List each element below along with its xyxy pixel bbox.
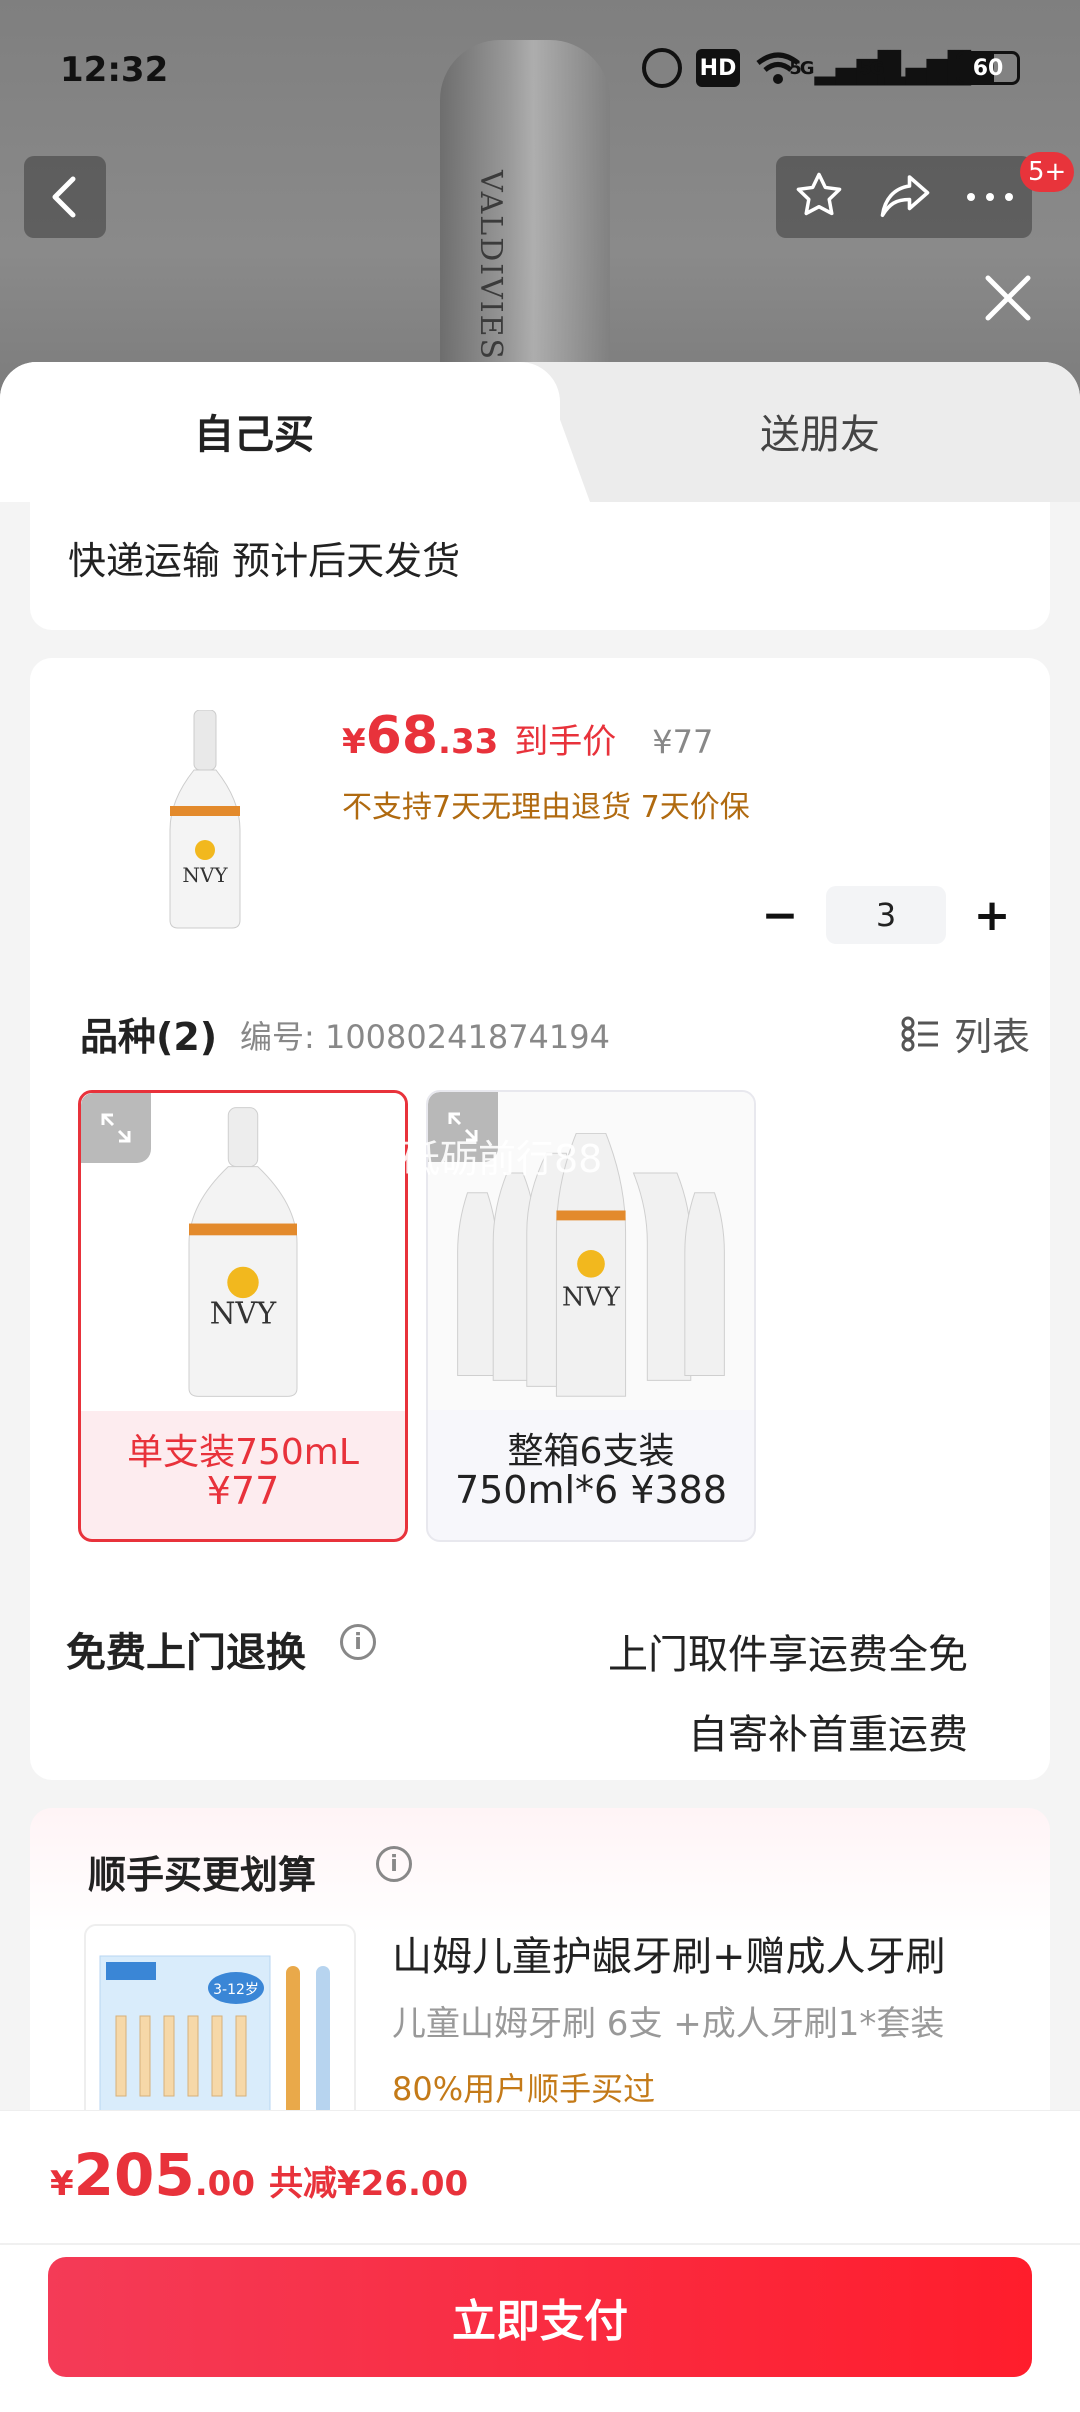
close-button[interactable]: [980, 270, 1036, 326]
age-badge-text: 3-12岁: [213, 1982, 259, 1998]
total-symbol: ¥: [50, 2164, 74, 2204]
total-price: ¥ 205 .00 共减¥26.00: [50, 2141, 468, 2209]
back-button[interactable]: [24, 156, 106, 238]
original-price: ¥77: [652, 723, 714, 761]
expand-image-button[interactable]: [81, 1093, 151, 1163]
chevron-left-icon: [52, 176, 76, 218]
price-symbol: ¥: [342, 722, 366, 762]
notification-badge: 5+: [1020, 152, 1075, 192]
shipping-info: 快递运输 预计后天发货: [68, 539, 461, 583]
expand-icon: [101, 1113, 131, 1143]
list-view-label: 列表: [953, 1015, 1030, 1059]
return-self-ship-note: 自寄补首重运费: [688, 1712, 968, 1758]
total-saving: 共减¥26.00: [268, 2164, 469, 2204]
star-icon: [796, 172, 841, 216]
quantity-input[interactable]: 3: [826, 886, 946, 944]
signal-label-2: 5G: [859, 57, 884, 79]
hd-icon: HD: [696, 49, 740, 87]
signal-label-1: 5G: [789, 57, 814, 79]
final-price-label: 到手价: [514, 722, 617, 762]
variant-header: 品种(2) 编号: 10080241874194 列表: [80, 1006, 1030, 1066]
product-code: 编号: 10080241874194: [240, 1018, 610, 1056]
upsell-product-name[interactable]: 山姆儿童护龈牙刷+赠成人牙刷: [392, 1924, 946, 1982]
variant-single-price: ¥77: [206, 1469, 280, 1513]
upsell-social-proof: 80%用户顺手买过: [392, 2070, 656, 2108]
variant-single-name: 单支装750mL: [127, 1432, 359, 1473]
increase-quantity-button[interactable]: +: [970, 890, 1014, 941]
screen: { "status_bar": { "time": "12:32", "hd":…: [0, 0, 1080, 2412]
tab-gift-label[interactable]: 送朋友: [760, 402, 880, 460]
share-button[interactable]: [878, 170, 932, 224]
tab-self-label[interactable]: 自己买: [194, 402, 314, 460]
list-icon: [901, 1016, 938, 1051]
decrease-quantity-button[interactable]: −: [758, 890, 802, 941]
product-thumbnail: NVY: [169, 710, 241, 929]
thumbnail-brand-text: NVY: [182, 863, 228, 887]
upsell-product-subtitle: 儿童山姆牙刷 6支 +成人牙刷1*套装: [392, 2004, 945, 2044]
battery-icon: 60: [956, 51, 1020, 85]
product-card: NVY ¥ 68 .33 到手价 ¥77 不支持7天无理由退货 7天价保 − 3…: [30, 658, 1050, 1780]
variant-single-brand: NVY: [210, 1297, 277, 1331]
variant-case-price: 750ml*6 ¥388: [454, 1468, 728, 1512]
info-icon[interactable]: i: [340, 1624, 376, 1660]
variant-single-bottle[interactable]: NVY 单支装750mL ¥77: [78, 1090, 408, 1542]
top-actions: [776, 156, 1032, 238]
share-icon: [880, 175, 930, 218]
more-dots-icon: [967, 192, 1014, 201]
variant-case-name: 整箱6支装: [507, 1431, 675, 1472]
return-pickup-note: 上门取件享运费全免: [608, 1632, 968, 1678]
status-icons: HD 5G ▂▄▆█ 5G ▂▄▆█ 60: [642, 48, 1020, 88]
list-view-toggle[interactable]: 列表: [900, 1006, 1030, 1061]
shipping-card: 快递运输 预计后天发货: [30, 502, 1050, 630]
upsell-product-image[interactable]: 3-12岁: [84, 1924, 356, 2124]
status-bar: 12:32 HD 5G ▂▄▆█ 5G ▂▄▆█ 60: [0, 0, 1080, 140]
more-button[interactable]: [965, 188, 1015, 207]
toothbrush-image: 3-12岁: [99, 1955, 330, 2117]
alarm-icon: [642, 48, 682, 88]
price-row: ¥ 68 .33 到手价 ¥77: [342, 706, 713, 766]
quantity-stepper: − 3 +: [758, 886, 1014, 944]
price-integer: 68: [365, 706, 439, 766]
purchase-tabs: 自己买 送朋友: [0, 362, 1080, 502]
status-time: 12:32: [60, 50, 169, 90]
return-policy-note: 不支持7天无理由退货 7天价保: [342, 790, 750, 825]
divider: [0, 2243, 1080, 2245]
variant-title: 品种(2): [80, 1015, 218, 1059]
purchase-sheet: 自己买 送朋友 快递运输 预计后天发货 NVY ¥ 68 .33 到手价 ¥77…: [0, 362, 1080, 2412]
upsell-info-icon[interactable]: i: [376, 1846, 412, 1882]
pay-now-button[interactable]: 立即支付: [48, 2257, 1032, 2377]
upsell-title: 顺手买更划算: [88, 1853, 317, 1897]
free-return-title: 免费上门退换: [66, 1630, 306, 1676]
total-decimal: .00: [194, 2164, 255, 2204]
checkout-bar: ¥ 205 .00 共减¥26.00 立即支付: [0, 2110, 1080, 2412]
signal-icon-2: 5G ▂▄▆█: [859, 50, 971, 86]
variant-case-brand: NVY: [562, 1282, 621, 1312]
price-decimal: .33: [438, 722, 499, 762]
bottle-label-text: VALDIVIESO: [473, 170, 508, 388]
close-icon: [985, 275, 1031, 321]
watermark-text: 砥砺前行88: [402, 1137, 603, 1181]
favorite-button[interactable]: [793, 169, 845, 225]
total-integer: 205: [73, 2141, 195, 2209]
